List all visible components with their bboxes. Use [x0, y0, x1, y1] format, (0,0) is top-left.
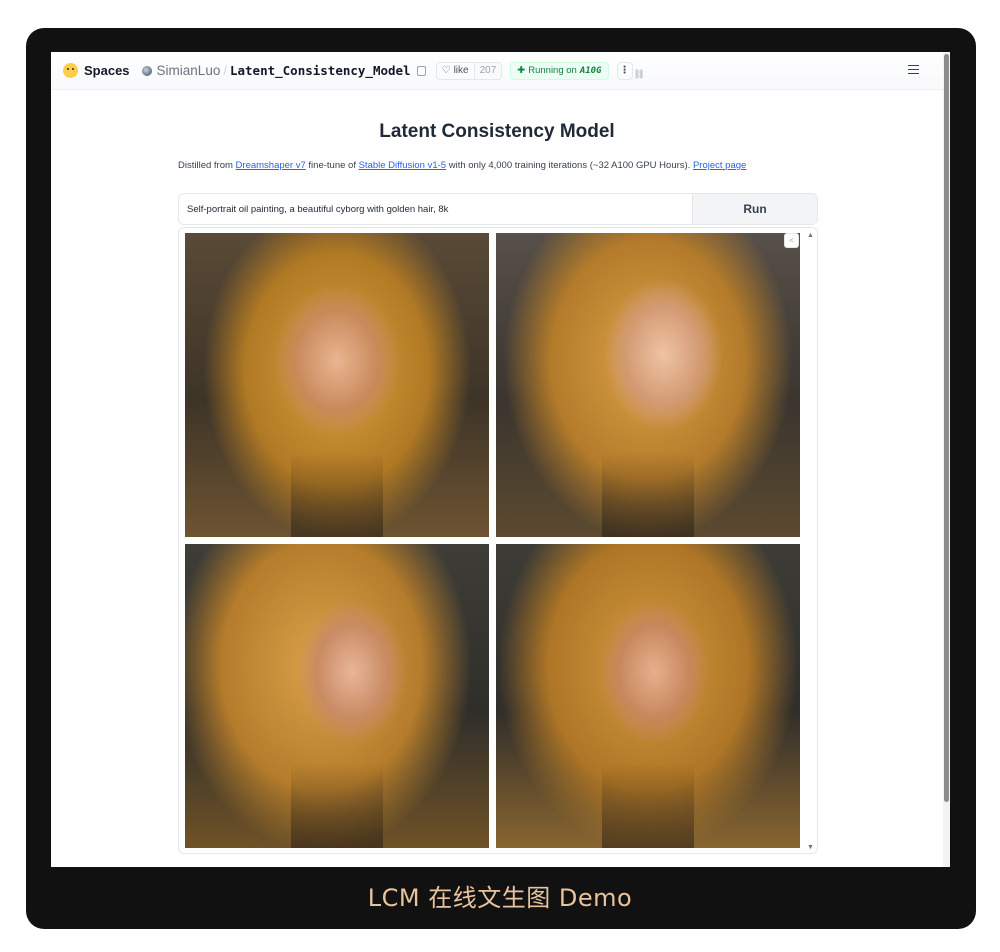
username-link[interactable]: SimianLuo: [157, 63, 221, 78]
run-button[interactable]: Run: [692, 194, 817, 224]
gallery-scroll-down-icon[interactable]: ▼: [807, 844, 814, 851]
prompt-input[interactable]: [179, 194, 692, 224]
caption-text: LCM 在线文生图 Demo: [367, 884, 633, 912]
image-gallery: < ▲ ▼: [178, 227, 818, 854]
description-text: Distilled from Dreamshaper v7 fine-tune …: [178, 160, 746, 171]
dreamshaper-link[interactable]: Dreamshaper v7: [236, 160, 306, 171]
more-options-button[interactable]: ⋮: [616, 61, 633, 80]
running-status-badge[interactable]: ✚ Running on A10G: [510, 61, 609, 80]
copy-icon[interactable]: [416, 65, 426, 76]
like-label: like: [453, 65, 469, 76]
generated-image-3[interactable]: [185, 544, 489, 848]
top-navbar: Spaces SimianLuo / Latent_Consistency_Mo…: [51, 52, 943, 90]
running-label: Running on: [528, 65, 577, 76]
user-avatar[interactable]: [141, 65, 152, 76]
generated-image-1[interactable]: [185, 233, 489, 537]
path-separator: /: [223, 63, 227, 78]
share-icon[interactable]: <: [784, 233, 799, 248]
like-label-group: ♡ like: [437, 65, 474, 76]
generated-image-2[interactable]: [496, 233, 800, 537]
page-scrollbar-thumb[interactable]: [944, 54, 949, 802]
hamburger-menu-icon[interactable]: [908, 65, 919, 74]
description-prefix: Distilled from: [178, 160, 236, 171]
page-title: Latent Consistency Model: [379, 121, 615, 142]
repo-name-link[interactable]: Latent_Consistency_Model: [230, 63, 411, 78]
vertical-dots-icon: ⋮: [619, 65, 630, 76]
project-page-link[interactable]: Project page: [693, 160, 746, 171]
like-button[interactable]: ♡ like 207: [435, 61, 503, 80]
prompt-row: Run: [178, 193, 818, 225]
description-mid-2: with only 4,000 training iterations (~32…: [446, 160, 693, 171]
spaces-link[interactable]: Spaces: [84, 63, 130, 78]
hardware-label: A10G: [579, 65, 602, 76]
huggingface-logo-icon[interactable]: [63, 63, 78, 78]
link-icon[interactable]: ⛓: [634, 69, 645, 80]
heart-icon: ♡: [441, 65, 451, 76]
browser-viewport: Spaces SimianLuo / Latent_Consistency_Mo…: [51, 52, 950, 867]
generated-image-4[interactable]: [496, 544, 800, 848]
plus-icon: ✚: [517, 65, 526, 76]
gallery-scroll-up-icon[interactable]: ▲: [807, 232, 814, 239]
like-count: 207: [473, 62, 502, 79]
description-mid-1: fine-tune of: [305, 160, 359, 171]
page-scrollbar[interactable]: [943, 52, 950, 867]
stable-diffusion-link[interactable]: Stable Diffusion v1-5: [359, 160, 447, 171]
